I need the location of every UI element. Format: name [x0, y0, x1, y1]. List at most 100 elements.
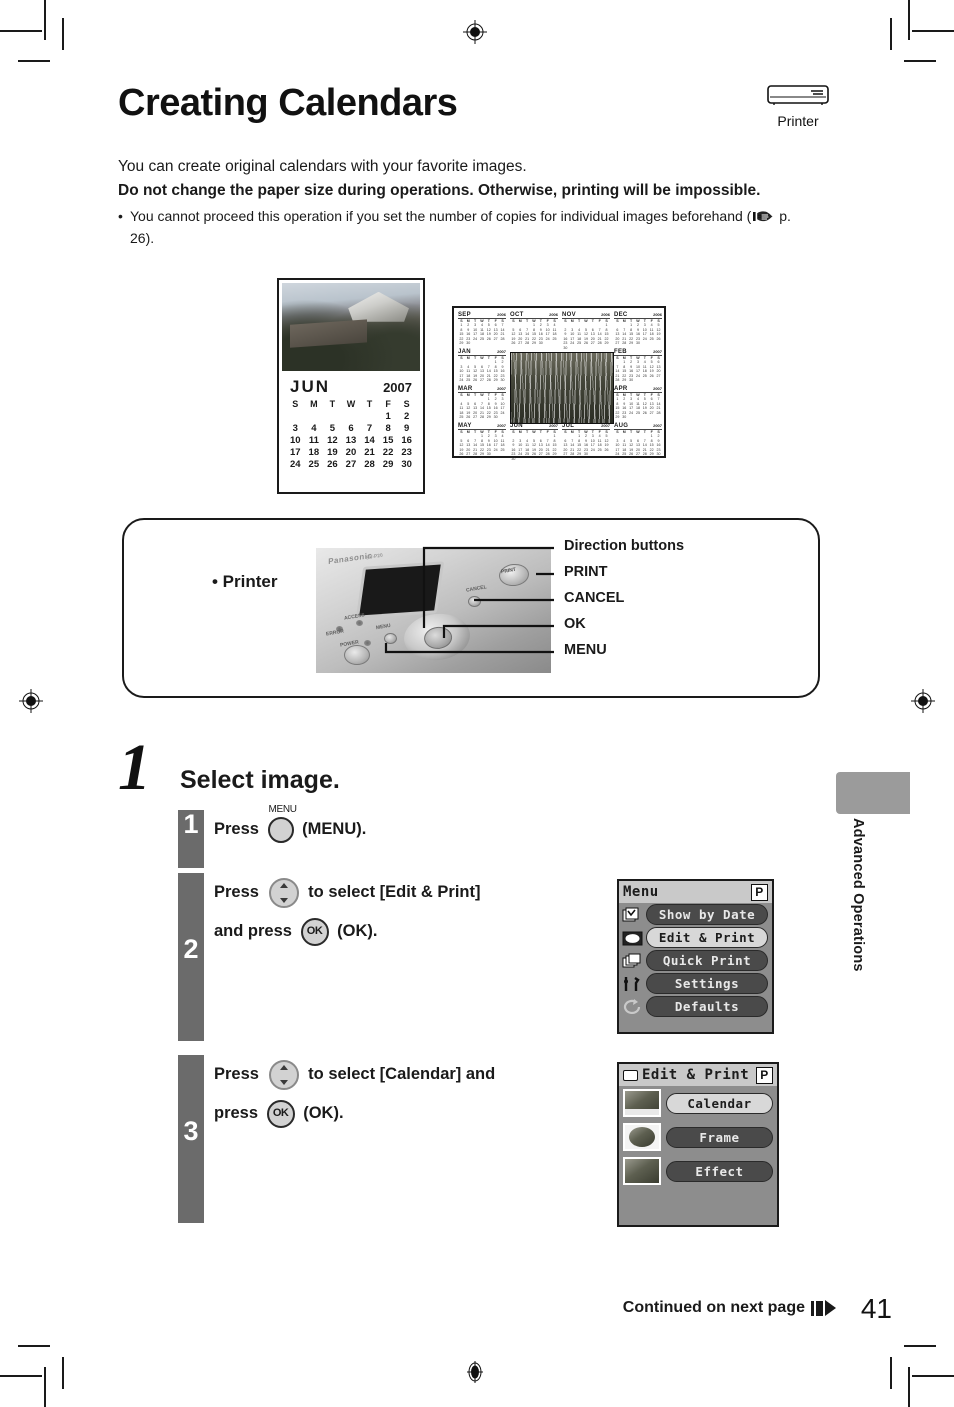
month-dow-cell: S — [292, 399, 299, 409]
step-block: 1 Select image. — [118, 731, 340, 804]
continued-label: Continued on next page — [622, 1299, 805, 1316]
month-dow-cell: W — [346, 399, 356, 409]
year-month-cell: JUL 2007 S M T W T F S 1 2 3 4 5 6 7 8 9 10 11 12 13 14 15 16 17… — [562, 423, 610, 457]
month-grid: SMTWTFS 1 2 3 4 5 6 7 8 9 10 11 12 13 14 15 16 17 18 19 20 2… — [286, 398, 416, 471]
menu-button-glyph[interactable]: MENU — [267, 804, 297, 843]
bullet-text: You cannot proceed this operation if you… — [130, 208, 752, 224]
year-month-cell: JUN 2007 S M T W T F S 1 2 3 4 5 6 7 8 9 10 11 12 13 14 15 16 17… — [510, 423, 558, 462]
lcd-menu-title: Menu — [623, 884, 659, 900]
year-month-year: 2007 — [653, 386, 662, 391]
month-day-cell: 15 — [382, 435, 394, 446]
year-month-days: 1 2 3 4 5 6 7 8 9 10 11 12 13 14 15 16 17 18 19 20 21 22 23 24 2… — [459, 397, 505, 420]
lcd-menu-item-1[interactable]: Edit & Print — [619, 926, 772, 949]
year-month-days: 1 2 3 4 5 6 7 8 9 10 11 12 13 14 15 16 17 18 19 20 21 22 23 24 2… — [511, 434, 557, 461]
substep-3-number-bar: 3 — [178, 1055, 204, 1223]
year-month-cell: MAR 2007 S M T W T F S 1 2 3 4 5 6 7 8 9 10 11 12 13 14 15 16 17… — [458, 386, 506, 420]
substep-3-line2-after: (OK). — [303, 1104, 344, 1122]
lcd-menu-item-0[interactable]: Show by Date — [619, 903, 772, 926]
lcd-menu-item-label[interactable]: Settings — [646, 973, 768, 994]
sample-month-calendar: JUN 2007 SMTWTFS 1 2 3 4 5 6 7 8 9 10 11 12 13 14 15 16… — [277, 278, 425, 494]
step-heading: Select image. — [180, 766, 340, 794]
month-week-row: 17 18 19 20 21 22 23 — [286, 447, 416, 459]
year-month-year: 2007 — [601, 423, 610, 428]
year-month-days: 1 2 3 4 5 6 7 8 9 10 11 12 13 14 15 16 17 18 19 20 21 22 23 24 2… — [459, 434, 505, 457]
month-day-cell: 7 — [366, 423, 373, 434]
lcd-edit-print-item-2[interactable]: Effect — [619, 1154, 777, 1188]
calendar-month-label: JUN — [290, 377, 331, 396]
substep-2-line1-after: to select [Edit & Print] — [308, 883, 481, 901]
year-month-name: AUG — [614, 423, 629, 429]
month-day-cell: 9 — [404, 423, 410, 434]
substep-2-line2-before: and press — [214, 922, 292, 940]
substep-2-number-bar: 2 — [178, 873, 204, 1041]
lcd-menu-item-2[interactable]: Quick Print — [619, 949, 772, 972]
year-month-days: 1 2 3 4 5 6 7 8 9 10 11 12 13 14 15 16 17 18 19 20 21 22 23 24 2… — [511, 323, 557, 346]
month-dow-cell: F — [385, 399, 391, 409]
month-dow-cell: T — [329, 399, 336, 409]
sample-year-calendar: SEP 2006 S M T W T F S 1 2 3 4 5 6 7 8 9 10 11 12 13 14 15 16 17 1… — [452, 306, 666, 461]
month-week-row: 24 25 26 27 28 29 30 — [286, 459, 416, 471]
lcd-menu-item-4[interactable]: Defaults — [619, 995, 772, 1018]
year-month-days: 1 2 3 4 5 6 7 8 9 10 11 12 13 14 15 16 17 18 19 20 21 22 23 24 2… — [615, 397, 661, 420]
year-month-days: 1 2 3 4 5 6 7 8 9 10 11 12 13 14 15 16 17 18 19 20 21 22 23 24 2… — [459, 360, 505, 383]
settings-tools-icon — [622, 975, 644, 993]
month-body: 1 2 3 4 5 6 7 8 9 10 11 12 13 14 15 16 17 18 19 20 21 22 23 24 2… — [286, 411, 416, 471]
month-day-cell — [360, 411, 379, 423]
month-day-cell: 10 — [289, 435, 301, 446]
lcd-menu-item-3[interactable]: Settings — [619, 972, 772, 995]
lcd-edit-print-item-0[interactable]: Calendar — [619, 1086, 777, 1120]
substep-2-line2-after: (OK). — [337, 922, 378, 940]
direction-buttons-glyph[interactable] — [268, 877, 299, 908]
direction-buttons-glyph[interactable] — [268, 1059, 299, 1090]
lcd-edit-print-item-1[interactable]: Frame — [619, 1120, 777, 1154]
printer-callout: • Printer Panasonic ERROR ACCESS POWER C… — [122, 518, 820, 698]
substep-3-line1-before: Press — [214, 1065, 259, 1083]
show-by-date-icon — [622, 906, 644, 924]
lcd-menu-item-label[interactable]: Show by Date — [646, 904, 768, 925]
year-month-name: JUN — [510, 423, 523, 429]
callout-label: PRINT — [564, 564, 608, 580]
month-day-cell: 24 — [289, 459, 301, 470]
step-number: 1 — [118, 731, 151, 804]
page-number: 41 — [860, 1293, 892, 1324]
month-week-row: 3 4 5 6 7 8 9 — [286, 423, 416, 435]
month-dow-cell: T — [366, 399, 373, 409]
month-day-cell: 4 — [311, 423, 317, 434]
month-day-cell: 22 — [382, 447, 394, 458]
printer-badge-label: Printer — [777, 113, 819, 129]
year-month-cell: SEP 2006 S M T W T F S 1 2 3 4 5 6 7 8 9 10 11 12 13 14 15 16 17 1… — [458, 312, 506, 346]
quick-print-icon — [622, 952, 644, 970]
lcd-edit-print-item-label[interactable]: Frame — [666, 1126, 773, 1148]
month-day-cell: 29 — [382, 459, 394, 470]
year-month-days: 1 2 3 4 5 6 7 8 9 10 11 12 13 14 15 16 17 18 19 20 21 22 23 24 2… — [615, 434, 661, 457]
year-month-cell: OCT 2006 S M T W T F S 1 2 3 4 5 6 7 8 9 10 11 12 13 14 15 16 17… — [510, 312, 558, 346]
lcd-menu-item-label[interactable]: Quick Print — [646, 950, 768, 971]
month-day-cell: 30 — [401, 459, 412, 470]
month-dow-cell: M — [310, 399, 318, 409]
month-day-cell: 21 — [364, 447, 375, 458]
year-month-year: 2006 — [497, 312, 506, 317]
effect-thumb — [623, 1157, 661, 1185]
lcd-edit-print-item-label[interactable]: Effect — [666, 1160, 773, 1182]
lcd-edit-print-item-label[interactable]: Calendar — [666, 1092, 773, 1114]
frame-thumb — [623, 1123, 661, 1151]
ok-button-glyph[interactable]: OK — [266, 1099, 295, 1128]
year-month-cell: FEB 2007 S M T W T F S 1 2 3 4 5 6 7 8 9 10 11 12 13 14 15 16 17… — [614, 349, 662, 383]
substep-2-number: 2 — [183, 934, 199, 964]
lcd-menu-item-label[interactable]: Edit & Print — [646, 927, 768, 948]
calendar-thumb — [623, 1089, 661, 1117]
month-day-cell: 8 — [385, 423, 391, 434]
year-month-cell: DEC 2006 S M T W T F S 1 2 3 4 5 6 7 8 9 10 11 12 13 14 15 16 17… — [614, 312, 662, 346]
lcd-menu-item-label[interactable]: Defaults — [646, 996, 768, 1017]
ok-button-glyph[interactable]: OK — [300, 917, 329, 946]
year-month-cell: MAY 2007 S M T W T F S 1 2 3 4 5 6 7 8 9 10 11 12 13 14 15 16 17… — [458, 423, 506, 457]
year-month-year: 2007 — [549, 423, 558, 428]
lcd-edit-print-screen: Edit & Print P Calendar Frame Effect — [617, 1062, 779, 1227]
year-month-year: 2007 — [497, 349, 506, 354]
paper-badge: P — [751, 883, 768, 901]
section-tab-label: Advanced Operations — [850, 818, 866, 972]
month-day-cell — [305, 411, 324, 423]
month-day-cell: 19 — [327, 447, 338, 458]
month-week-row: 10 11 12 13 14 15 16 — [286, 435, 416, 447]
page-footer: Continued on next page 41 — [0, 1293, 954, 1333]
